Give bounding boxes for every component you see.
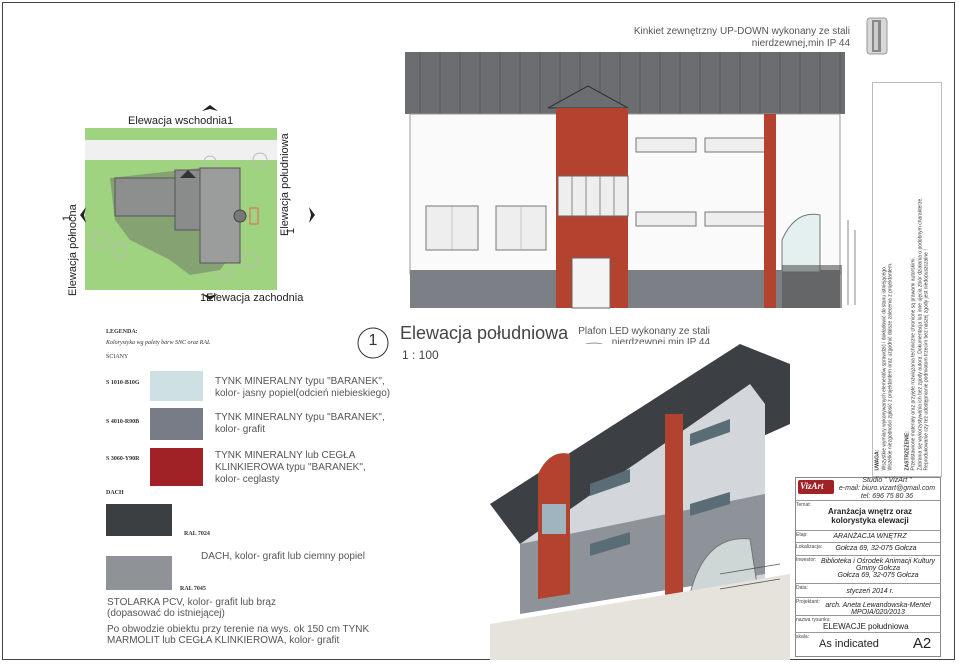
legend-window-desc: STOLARKA PCV, kolor- grafit lub brąz (do…: [107, 597, 276, 619]
tb-value-etap: ARANŻACJA WNĘTRZ: [833, 533, 907, 540]
studio-info: Studio " VizArt " e-mail: biuro.vizart@g…: [834, 477, 940, 501]
side-note: UWAGA: Wszystkie wymiary wykonywanych el…: [872, 82, 942, 477]
legend-note: Po obwodzie obiektu przy terenie na wys.…: [107, 624, 369, 646]
legend-roof-code: RAL 7024: [184, 531, 210, 537]
legend-desc-3-line2: KLINKIEROWA typu "BARANEK",: [215, 462, 366, 473]
legend-subtitle: Kolorystyka wg palety barw SNC oraz RAL: [106, 340, 211, 346]
legend-note-line1: Po obwodzie obiektu przy terenie na wys.…: [107, 624, 370, 635]
tb-value-temat: Aranżacja wnętrz oraz kolorystyka elewac…: [827, 507, 913, 525]
legend-desc-1: TYNK MINERALNY typu "BARANEK", kolor- ja…: [215, 376, 390, 400]
tb-label-projektant: Projektant:: [796, 599, 820, 605]
building-3d-render: [490, 344, 790, 660]
tb-value-data: styczeń 2014 r.: [846, 588, 894, 595]
tb-row-inwestor: Inwestor: Biblioteka i Ośrodek Animacji …: [795, 555, 941, 580]
render-pilaster: [665, 414, 683, 604]
legend-desc-2-line1: TYNK MINERALNY typu "BARANEK",: [215, 412, 385, 423]
south-elevation-drawing: [405, 52, 856, 309]
vizart-logo: VizArt: [798, 480, 834, 494]
lamp-note-mid-line1: Plafon LED wykonany ze stali: [578, 326, 710, 337]
tb-row-rysunek: nazwa rysunku: ELEWACJE południowa: [795, 615, 941, 633]
legend-walls-heading: ŚCIANY: [106, 354, 129, 360]
tb-row-projektant: Projektant: arch. Aneta Lewandowska-Ment…: [795, 597, 941, 616]
lamp-note-top: Kinkiet zewnętrzny UP-DOWN wykonany ze s…: [610, 26, 850, 50]
view-marker-icons: [80, 105, 315, 300]
tb-value-inwestor-1: Biblioteka i Ośrodek Animacji Kultury: [820, 558, 936, 565]
legend-desc-3-line3: kolor- ceglasty: [215, 474, 280, 485]
legend-window-code: RAL 7045: [180, 586, 206, 592]
tb-row-lokalizacja: Lokalizacja: Gołcza 69, 32-075 Gołcza: [795, 542, 941, 556]
legend-desc-3-line1: TYNK MINERALNY lub CEGŁA: [215, 450, 356, 461]
legend-title: LEGENDA:: [106, 329, 138, 335]
tb-value-inwestor: Biblioteka i Ośrodek Animacji Kultury Gm…: [817, 558, 939, 579]
brick-pilaster: [764, 114, 776, 308]
legend-desc-1-line1: TYNK MINERALNY typu "BARANEK",: [215, 376, 385, 387]
tb-label-data: Data:: [796, 585, 808, 591]
legend-window-desc-line2: (dopasować do istniejącej): [107, 608, 225, 619]
elevation-roof: [405, 52, 845, 114]
legend-roof-desc: DACH, kolor- grafit lub ciemny popiel: [201, 551, 365, 562]
side-note-text-2c: Reprodukowanie czy też udostępnianie pod…: [923, 249, 930, 471]
tb-value-lokalizacja: Gołcza 69, 32-075 Gołcza: [835, 545, 917, 552]
tb-row-skala: skala: As indicated A2: [795, 632, 941, 658]
legend-desc-2: TYNK MINERALNY typu "BARANEK", kolor- gr…: [215, 412, 385, 436]
legend-swatch-window: [106, 556, 172, 590]
elevation-scale: 1 : 100: [402, 348, 439, 362]
tb-row-data: Data: styczeń 2014 r.: [795, 583, 941, 598]
legend-roof-heading: DACH: [106, 490, 124, 496]
elevation-number: 1: [368, 332, 378, 349]
legend-code-1: S 1010-B10G: [106, 380, 140, 386]
legend-desc-2-line2: kolor- grafit: [215, 424, 266, 435]
legend-desc-1-line2: kolor- jasny popiel(odcień niebieskiego): [215, 388, 391, 399]
tb-value-skala: As indicated: [819, 638, 879, 650]
tb-label-inwestor: Inwestor:: [796, 557, 817, 563]
vizart-logo-text: VizArt: [800, 481, 824, 491]
legend-code-3: S 3060-Y90R: [106, 456, 140, 462]
tb-row-temat: Temat: Aranżacja wnętrz oraz kolorystyka…: [795, 500, 941, 531]
side-note-content: UWAGA: Wszystkie wymiary wykonywanych el…: [875, 86, 941, 471]
legend-swatch-brick: [150, 448, 203, 486]
tb-value-projektant-1: arch. Aneta Lewandowska-Mentel: [825, 602, 931, 609]
tb-value-sheet: A2: [912, 635, 932, 652]
tb-value-inwestor-2: Gminy Gołcza: [856, 565, 900, 572]
tb-label-etap: Etap:: [796, 532, 808, 538]
legend-window-desc-line1: STOLARKA PCV, kolor- grafit lub brąz: [107, 597, 276, 608]
tb-label-lokalizacja: Lokalizacja:: [796, 544, 823, 550]
wall-lamp-image: [866, 17, 888, 55]
studio-email: e-mail: biuro.vizart@gmail.com: [838, 485, 936, 492]
legend-swatch-roof: [106, 504, 172, 536]
tb-value-rysunek: ELEWACJE południowa: [823, 622, 909, 631]
studio-name: Studio " VizArt ": [862, 477, 912, 484]
tb-value-inwestor-3: Gołcza 69, 32-075 Gołcza: [837, 572, 919, 579]
legend-desc-3: TYNK MINERALNY lub CEGŁA KLINKIEROWA typ…: [215, 450, 366, 486]
legend-swatch-graphite: [150, 408, 203, 440]
tb-label-temat: Temat:: [796, 502, 812, 508]
elevation-title: Elewacja południowa: [400, 323, 569, 343]
entrance-door: [571, 257, 611, 309]
legend-code-2: S 4010-R90B: [106, 419, 140, 425]
lamp-note-top-line2: nierdzewnej,min IP 44: [751, 38, 850, 49]
legend-note-line2: MARMOLIT lub CEGŁA KLINKIEROWA, kolor- g…: [107, 635, 340, 646]
legend-swatch-light-grey: [150, 371, 203, 401]
lamp-note-top-line1: Kinkiet zewnętrzny UP-DOWN wykonany ze s…: [633, 26, 850, 37]
tb-value-projektant: arch. Aneta Lewandowska-Mentel MPOIA/020…: [819, 602, 937, 616]
tb-label-skala: skala:: [796, 634, 810, 640]
